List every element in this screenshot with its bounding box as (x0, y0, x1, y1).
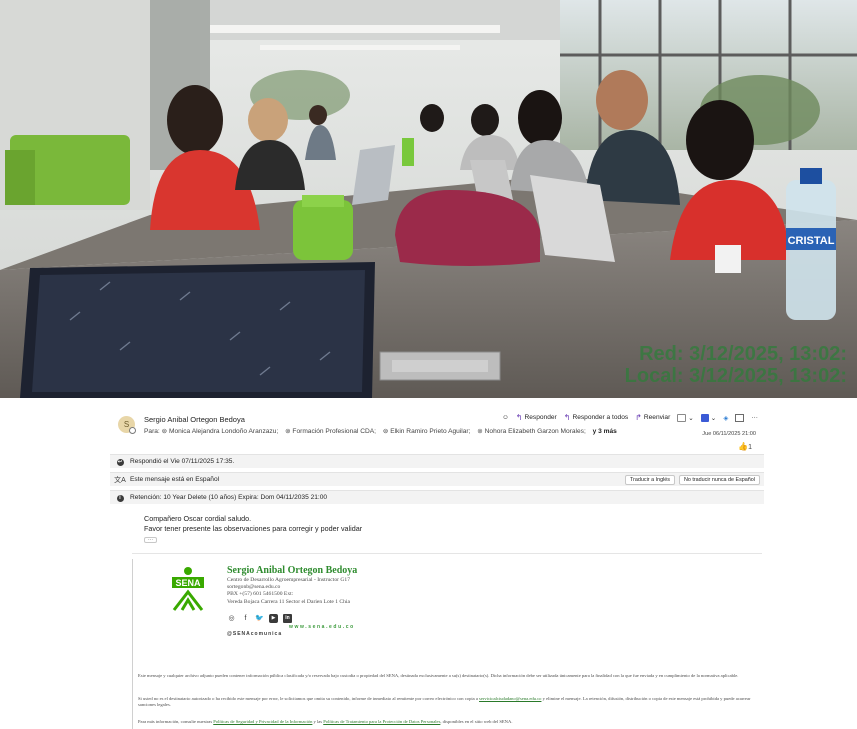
retention-text: Retención: 10 Year Delete (10 años) Expi… (130, 494, 328, 501)
show-trimmed-button[interactable]: ··· (144, 537, 157, 543)
emoji-icon[interactable]: ☺ (502, 414, 509, 421)
linkedin-icon[interactable]: in (283, 614, 292, 623)
more-actions-button[interactable]: ··· (751, 414, 758, 421)
citizen-service-link[interactable]: servicioalciudadano@sena.edu.co (479, 696, 541, 701)
social-icons: ◎ f 🐦 ▶ in (227, 614, 292, 623)
signature-phone: PBX +(57) 601 5461500 Ext: (227, 591, 294, 598)
reply-icon: ↰ (515, 413, 523, 422)
reaction-badge[interactable]: 👍1 (738, 442, 752, 451)
sent-date: Jue 06/11/2025 21:00 (702, 431, 756, 437)
body-line-2: Favor tener presente las observaciones p… (144, 524, 363, 533)
svg-text:SENA: SENA (175, 578, 201, 588)
photo-scene: CRISTAL (0, 0, 857, 398)
sender-name[interactable]: Sergio Anibal Ortegon Bedoya (144, 415, 245, 424)
security-policy-link[interactable]: Políticas de Seguridad y Privacidad de l… (213, 719, 312, 724)
retention-bar: i Retención: 10 Year Delete (10 años) Ex… (110, 490, 764, 504)
signature-role: Centro de Desarrollo Agroempresarial - I… (227, 577, 351, 583)
signature-address: Vereda Bojaca Carrera 11 Sector el Darie… (227, 598, 350, 605)
to-label: Para: (144, 428, 160, 435)
translate-button[interactable]: Traducir a Inglés (625, 474, 675, 485)
recipient-2[interactable]: ⊚ Formación Profesional CDA; (285, 428, 376, 435)
signature-name: Sergio Anibal Ortegon Bedoya (227, 565, 358, 576)
timestamp-local: Local: 3/12/2025, 13:02: (624, 365, 847, 387)
message-body: Compañero Oscar cordial saludo. Favor te… (144, 514, 362, 534)
more-recipients-link[interactable]: y 3 más (593, 428, 617, 435)
reply-button[interactable]: ↰ Responder (516, 413, 557, 422)
email-message: S Sergio Anibal Ortegon Bedoya Para: ⊚ M… (110, 404, 764, 729)
copilot-icon[interactable]: ◈ (723, 414, 728, 422)
legal-paragraph-3: Para más información, consulte nuestras … (138, 719, 513, 724)
info-icon: ↩ (116, 458, 124, 466)
forward-button[interactable]: ↱ Reenviar (635, 413, 670, 422)
sena-logo: SENA (172, 567, 204, 611)
recipients-line: Para: ⊚ Monica Alejandra Londoño Aranzaz… (144, 427, 617, 435)
teams-icon (677, 413, 687, 422)
social-handle: @SENAcomunica (227, 631, 283, 637)
forward-icon: ↱ (635, 413, 642, 422)
instagram-icon[interactable]: ◎ (227, 614, 236, 623)
teams-share-button[interactable]: ⌄ (677, 413, 694, 422)
never-translate-button[interactable]: No traducir nunca de Español (678, 474, 760, 485)
replied-bar: ↩ Respondió el Vie 07/11/2025 17:35. (110, 454, 764, 468)
bottle-label: CRISTAL (788, 235, 835, 247)
reply-all-icon: ↰ (563, 413, 571, 422)
thumbs-up-icon: 👍 (738, 442, 749, 451)
immersive-reader-icon[interactable] (735, 413, 745, 422)
presence-icon (129, 427, 136, 434)
apps-icon (700, 413, 709, 422)
quote-bar (132, 559, 133, 729)
translate-icon: 文A (114, 476, 126, 484)
classroom-photo: CRISTAL Red: 3/12/2025, 13:02: Local: 3/… (0, 0, 857, 398)
twitter-icon[interactable]: 🐦 (255, 614, 264, 623)
recipient-4[interactable]: ⊚ Nohora Elizabeth Garzon Morales; (477, 428, 586, 435)
divider (132, 553, 762, 554)
recipient-3[interactable]: ⊚ Elkin Ramiro Prieto Aguilar; (383, 428, 471, 435)
body-line-1: Compañero Oscar cordial saludo. (144, 514, 252, 523)
email-header: S Sergio Anibal Ortegon Bedoya Para: ⊚ M… (110, 404, 764, 454)
timestamp-red: Red: 3/12/2025, 13:02: (639, 343, 847, 365)
replied-text: Respondió el Vie 07/11/2025 17:35. (130, 458, 235, 465)
message-toolbar: ☺ ↰ Responder ↰ Responder a todos ↱ Reenvia… (502, 413, 758, 422)
data-policy-link[interactable]: Políticas de Tratamiento para la Protecc… (323, 719, 440, 724)
youtube-icon[interactable]: ▶ (269, 614, 278, 623)
reply-all-button[interactable]: ↰ Responder a todos (564, 413, 628, 422)
apps-button[interactable]: ⌄ (700, 413, 716, 422)
signature-block: Sergio Anibal Ortegon Bedoya Centro de D… (227, 565, 357, 606)
retention-icon: i (116, 494, 124, 502)
legal-paragraph-1: Este mensaje y cualquier archivo adjunto… (138, 673, 739, 678)
language-text: Este mensaje está en Español (130, 476, 220, 483)
facebook-icon[interactable]: f (241, 614, 250, 623)
legal-paragraph-2: Si usted no es el destinatario autorizad… (138, 696, 751, 708)
recipient-1[interactable]: ⊚ Monica Alejandra Londoño Aranzazu; (162, 428, 279, 435)
website-link[interactable]: www.sena.edu.co (289, 624, 355, 630)
language-bar: 文A Este mensaje está en Español Traducir… (110, 472, 764, 486)
